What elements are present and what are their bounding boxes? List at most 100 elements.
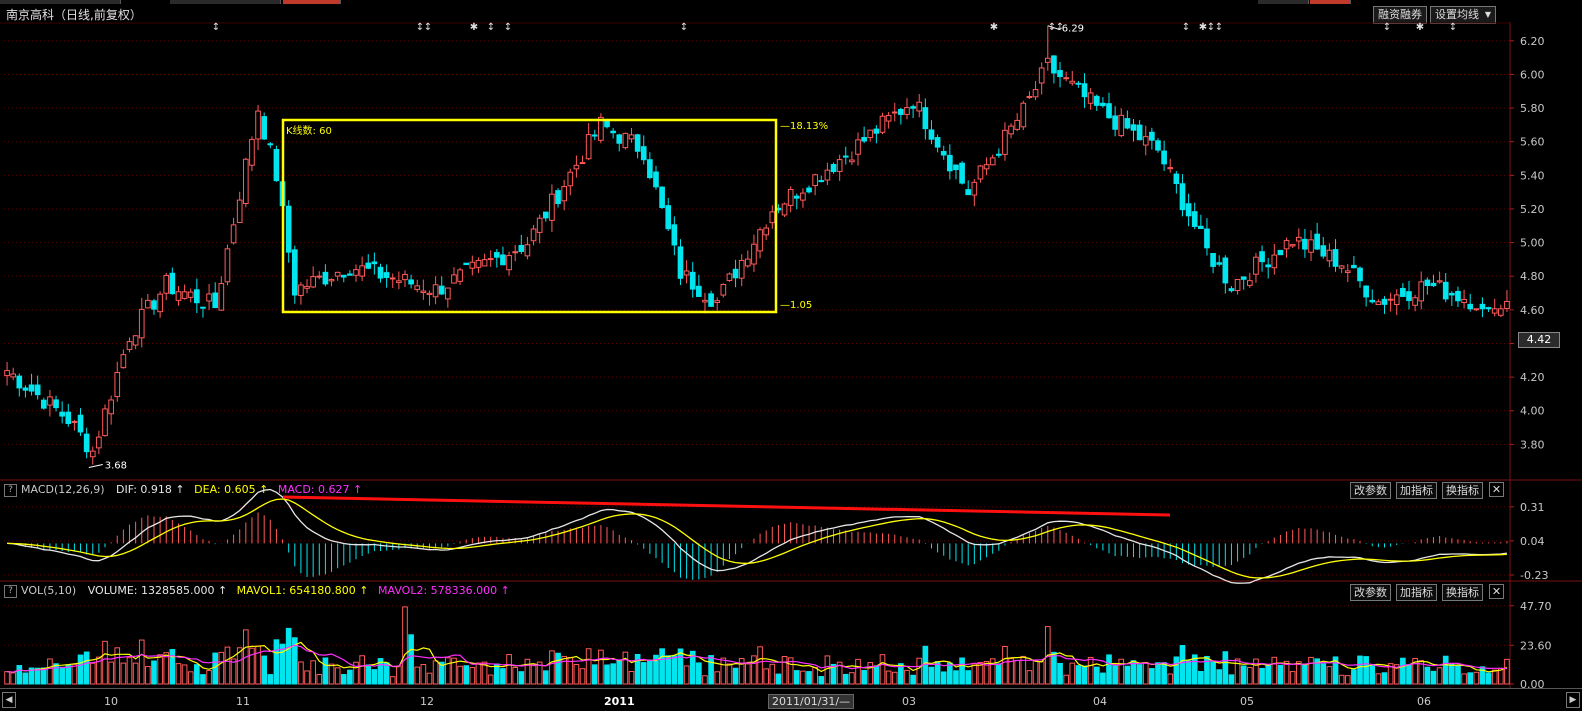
candle-body [1026,95,1033,98]
volume-bar [1504,658,1510,685]
event-marker-icon: ↕ [487,22,495,33]
x-axis-label: 11 [236,695,250,708]
candle [1295,228,1302,250]
candle [181,284,188,300]
vol-add-indicator-button[interactable]: 加指标 [1396,584,1437,601]
candle-body [1412,297,1418,306]
candle [1038,62,1045,95]
candle [1351,255,1357,269]
help-icon[interactable]: ? [4,584,17,598]
y-tick-label: 5.40 [1520,169,1545,182]
candle [910,104,916,119]
volume-bar [402,606,408,685]
candle [824,162,831,186]
candle [1020,100,1027,130]
candle [316,271,323,280]
volume-bar [1185,660,1192,685]
candle-body [891,111,898,114]
volume-bar [775,673,782,685]
candle-body [328,279,335,282]
candle-body [1216,262,1223,265]
volume-bar [389,676,396,685]
candle [1455,286,1461,308]
candle-body [1038,67,1045,84]
candle-body [622,132,629,149]
vol-name: VOL(5,10) [21,584,77,597]
volume-bar [4,671,10,685]
macd-add-indicator-button[interactable]: 加指标 [1396,482,1437,499]
volume-bar [1491,669,1498,685]
candle-body [953,164,959,171]
volume-bar [310,660,316,685]
y-tick-label: 4.60 [1520,304,1545,317]
candle-body [1118,114,1125,137]
candle-body [1375,301,1382,306]
volume-bar [904,669,910,685]
volume-bar [1375,673,1382,685]
volume-bar [1173,656,1180,685]
candle [383,264,390,288]
vol-params-button[interactable]: 改参数 [1350,584,1391,601]
help-icon[interactable]: ? [4,483,17,497]
candle [1118,108,1125,138]
volume-bar [426,672,433,685]
volume-bar [445,657,451,685]
vol-close-icon[interactable]: ✕ [1489,584,1504,599]
x-axis-label: 05 [1240,695,1254,708]
volume-bar [965,670,972,685]
candle [414,279,421,293]
candle-body [10,373,17,378]
vol-swap-indicator-button[interactable]: 换指标 [1442,584,1483,601]
candle [340,274,347,283]
volume-bar [328,663,335,685]
volume-bar [1057,662,1063,685]
volume-bar [316,673,323,685]
volume-bar [138,639,145,685]
volume-bar [671,655,678,685]
volume-bar [40,667,47,685]
candle [157,291,163,318]
candle [10,367,17,381]
candle [1093,94,1100,111]
volume-bar [126,657,133,685]
candle-body [1491,308,1498,314]
macd-dea-line [7,498,1507,579]
candle-body [96,436,102,449]
volume-bar [194,664,200,685]
event-marker-icon: ↕ [212,22,220,33]
candle [1081,73,1088,109]
candle-body [334,271,341,277]
candle [114,361,121,402]
up-arrow-icon: ↑ [497,584,510,597]
candle-body [457,269,463,282]
candle-body [114,372,121,398]
volume-bar [340,674,347,685]
candle-body [102,408,108,437]
macd-params-button[interactable]: 改参数 [1350,482,1391,499]
volume-bar [475,662,482,685]
candle-body [689,271,696,290]
scroll-left-icon[interactable]: ◀ [2,692,16,708]
volume-bar [1461,673,1467,685]
volume-bar [1124,665,1131,685]
volume-bar [10,672,17,685]
scroll-right-icon[interactable]: ▶ [1566,692,1580,708]
volume-bar [1240,665,1247,685]
macd-close-icon[interactable]: ✕ [1489,482,1504,497]
candle-body [83,433,90,453]
candle [861,126,867,144]
candle [249,136,255,172]
volume-bar [708,655,714,685]
candle-body [855,139,861,155]
candle [457,267,463,285]
candle-body [1302,238,1308,250]
macd-swap-indicator-button[interactable]: 换指标 [1442,482,1483,499]
low-price-annotation: 3.68 [105,461,127,472]
volume-bar [408,634,414,685]
volume-bar [1216,669,1223,685]
candle [1491,298,1498,317]
candle-body [120,354,127,369]
candle-body [273,149,280,182]
candle-body [714,300,721,304]
candle-body [671,224,678,246]
